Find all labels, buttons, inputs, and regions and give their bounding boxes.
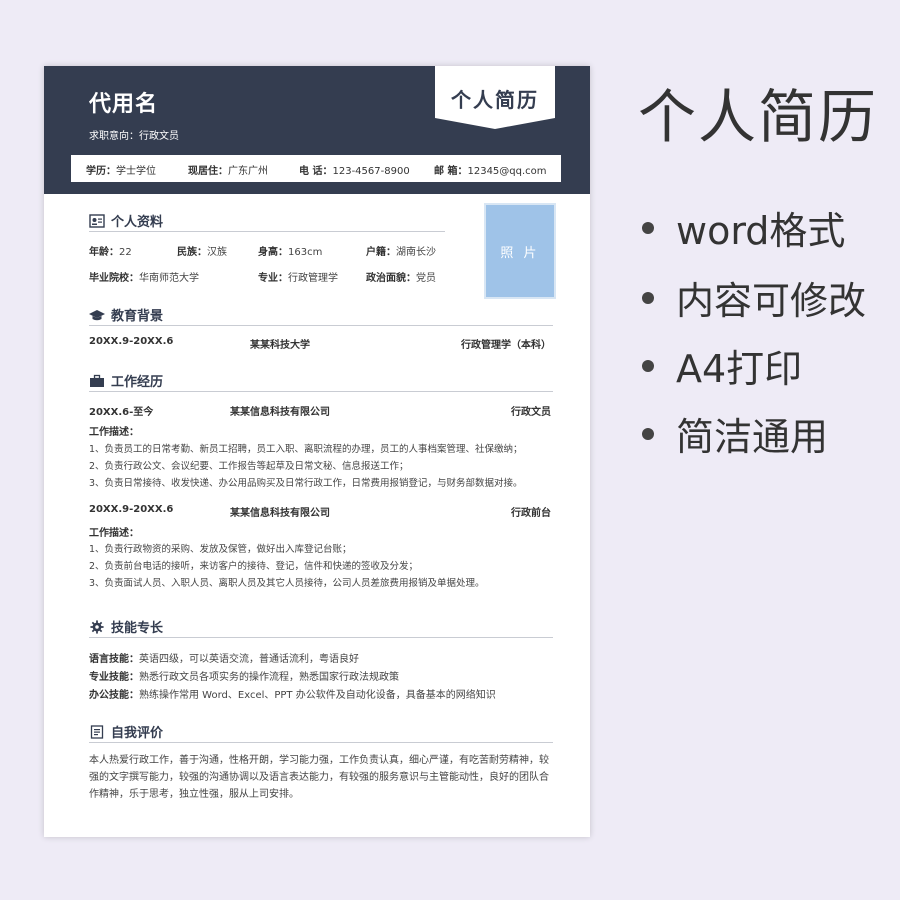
section-work-title: 工作经历 [111,375,164,390]
id-card-icon [89,213,105,228]
work-company: 某某信息科技有限公司 [230,508,330,519]
section-personal: 个人资料 [89,211,163,230]
promo-bullet: 内容可修改 [642,270,866,325]
major: 专业：行政管理学 [258,273,338,284]
age: 年龄：22 [89,247,132,258]
graduation-cap-icon [89,309,105,320]
work-desc-line: 2、负责前台电话的接听，来访客户的接待、登记，信件和快递的签收及分发； [89,561,419,572]
ethnicity: 民族：汉族 [177,247,227,258]
divider [89,637,553,638]
promo-title: 个人简历 [638,83,879,151]
work-company: 某某信息科技有限公司 [230,407,330,418]
notebook-icon [90,724,104,739]
work-desc-line: 1、负责员工的日常考勤、新员工招聘，员工入职、离职流程的办理，员工的人事档案管理… [89,444,523,455]
work-desc-title: 工作描述： [89,427,139,438]
promo-bullet: word格式 [642,200,845,255]
work-desc-line: 3、负责日常接待、收发快递、办公用品购买及日常行政工作，日常费用报销登记，与财务… [89,478,523,489]
bullet-dot-icon [642,291,654,304]
residence: 现居住：广东广州 [188,166,268,177]
education-major: 行政管理学（本科） [461,340,551,351]
candidate-name: 代用名 [89,92,159,117]
promo-bullet: 简洁通用 [642,406,828,461]
work-role: 行政文员 [511,407,551,418]
hometown: 户籍：湖南长沙 [366,247,436,258]
gear-icon [90,619,104,634]
education-row: 20XX.9-20XX.6 某某科技大学 行政管理学（本科） [89,336,551,351]
contact-bar: 学历：学士学位 现居住：广东广州 电 话：123-4567-8900 邮 箱：1… [71,155,561,182]
work-desc-line: 3、负责面试人员、入职人员、离职人员及其它人员接待，公司人员差旅费用报销及单据处… [89,578,485,589]
graduated-school: 毕业院校：华南师范大学 [89,273,199,284]
work-desc-line: 1、负责行政物资的采购、发放及保管，做好出入库登记台账； [89,544,352,555]
phone: 电 话：123-4567-8900 [299,166,410,177]
bullet-dot-icon [642,359,654,372]
briefcase-icon [90,374,104,387]
section-education-title: 教育背景 [111,309,164,324]
photo-placeholder: 照 片 [484,203,556,299]
section-work: 工作经历 [89,371,163,390]
work-desc-title: 工作描述： [89,528,139,539]
work-row: 20XX.9-20XX.6 某某信息科技有限公司 行政前台 [89,504,551,519]
bullet-dot-icon [642,427,654,440]
resume-header: 代用名 求职意向：行政文员 个人简历 学历：学士学位 现居住：广东广州 电 话：… [44,66,590,194]
self-evaluation: 本人热爱行政工作，善于沟通，性格开朗，学习能力强，工作负责认真，细心严谨，有吃苦… [89,755,549,800]
skill-professional: 专业技能：熟悉行政文员各项实务的操作流程，熟悉国家行政法规政策 [89,672,399,683]
divider [89,231,445,232]
bullet-dot-icon [642,221,654,234]
work-role: 行政前台 [511,508,551,519]
divider [89,391,553,392]
work-row: 20XX.6-至今 某某信息科技有限公司 行政文员 [89,403,551,418]
section-skills-title: 技能专长 [111,621,164,636]
skill-language: 语言技能：英语四级，可以英语交流，普通话流利，粤语良好 [89,654,359,665]
education-degree: 学历：学士学位 [86,166,156,177]
section-self-title: 自我评价 [111,726,164,741]
promo-bullet: A4打印 [642,338,802,393]
email: 邮 箱：12345@qq.com [434,166,547,177]
divider [89,742,553,743]
divider [89,325,553,326]
height: 身高：163cm [258,247,323,258]
resume-page: 代用名 求职意向：行政文员 个人简历 学历：学士学位 现居住：广东广州 电 话：… [44,66,590,837]
skill-office: 办公技能：熟练操作常用 Word、Excel、PPT 办公软件及自动化设备，具备… [89,690,496,701]
section-personal-title: 个人资料 [111,215,164,230]
section-self: 自我评价 [89,722,163,741]
work-desc-line: 2、负责行政公文、会议纪要、工作报告等起草及日常文秘、信息报送工作； [89,461,409,472]
section-education: 教育背景 [89,305,163,324]
section-skills: 技能专长 [89,617,163,636]
education-school: 某某科技大学 [250,340,310,351]
job-intent: 求职意向：行政文员 [89,131,179,142]
political-status: 政治面貌：党员 [366,273,436,284]
banner-title: 个人简历 [451,88,539,112]
